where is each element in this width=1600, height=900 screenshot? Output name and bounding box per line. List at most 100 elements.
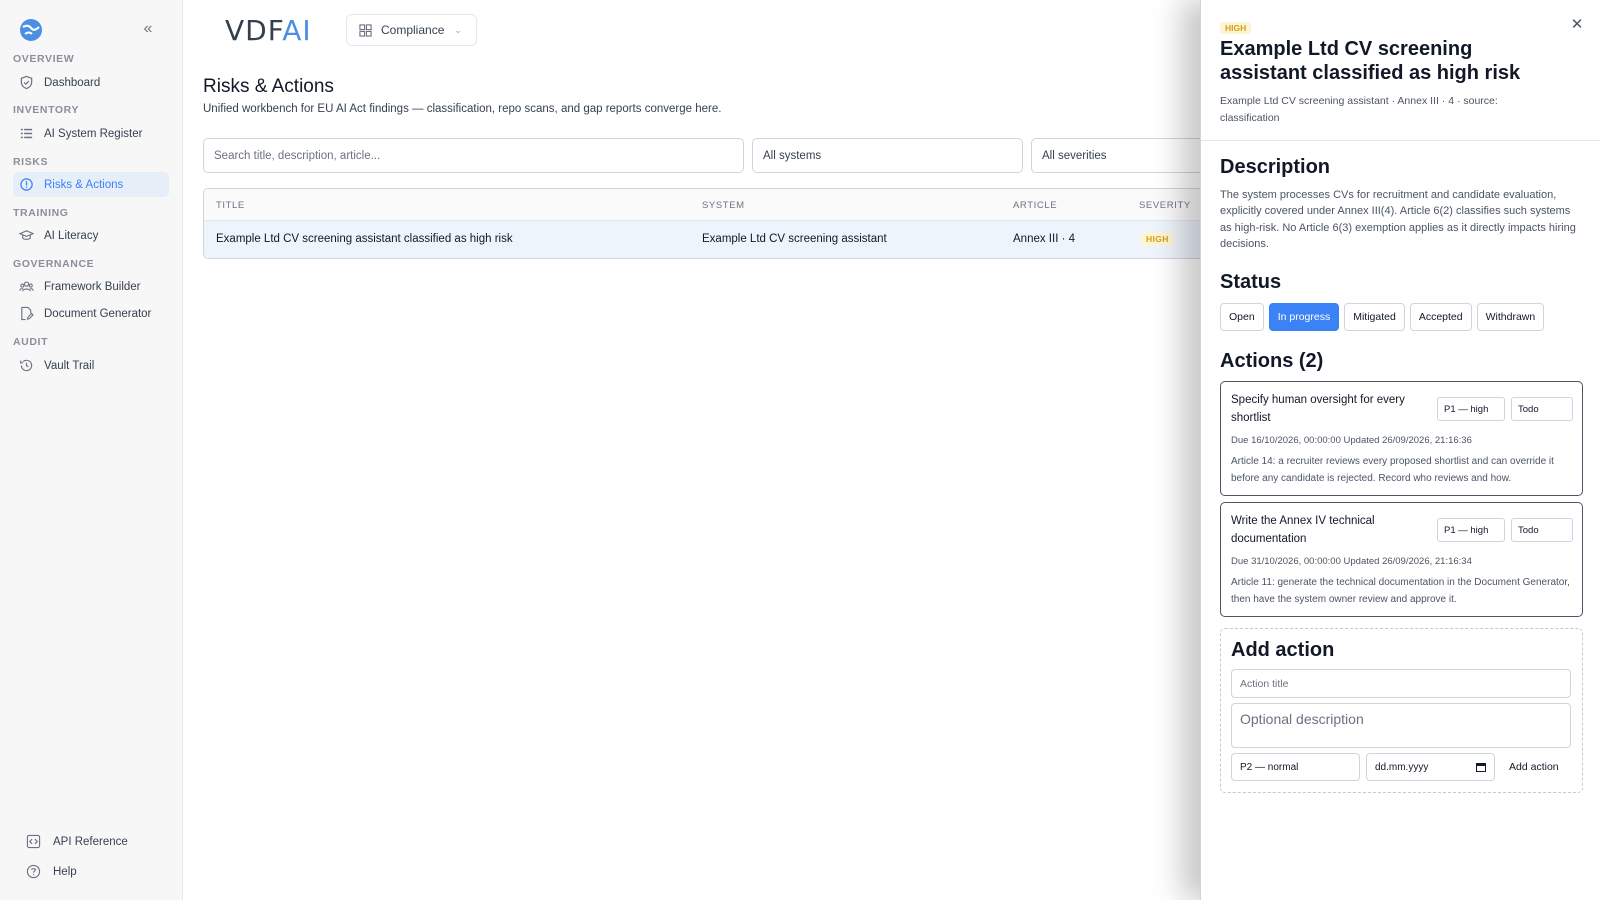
column-header-severity[interactable]: SEVERITY <box>1139 200 1191 211</box>
calendar-icon[interactable] <box>1476 762 1486 772</box>
drawer-title: Example Ltd CV screening assistant class… <box>1220 38 1521 84</box>
action-state-select[interactable]: Todo <box>1511 397 1573 421</box>
status-heading: Status <box>1220 271 1282 293</box>
action-state-value: Todo <box>1518 524 1539 536</box>
risks-table: TITLE SYSTEM ARTICLE SEVERITY Example Lt… <box>203 188 1203 259</box>
page-subtitle: Unified workbench for EU AI Act findings… <box>203 103 722 115</box>
action-description: Article 11: generate the technical docum… <box>1231 577 1570 605</box>
sidebar-item-help[interactable]: Help <box>26 864 77 879</box>
action-dates: Due 16/10/2026, 00:00:00 Updated 26/09/2… <box>1231 435 1472 446</box>
sidebar-item-label: API Reference <box>53 835 128 848</box>
action-description: Article 14: a recruiter reviews every pr… <box>1231 456 1554 484</box>
section-training: TRAINING <box>13 207 69 219</box>
section-audit: AUDIT <box>13 336 49 348</box>
sidebar-item-ai-system-register[interactable]: AI System Register <box>13 121 169 146</box>
drawer-meta: Example Ltd CV screening assistant · Ann… <box>1220 95 1498 124</box>
sidebar-item-framework-builder[interactable]: Framework Builder <box>13 274 169 299</box>
action-dates: Due 31/10/2026, 00:00:00 Updated 26/09/2… <box>1231 556 1472 567</box>
severity-filter-select[interactable]: All severities <box>1031 138 1211 173</box>
cell-title: Example Ltd CV screening assistant class… <box>216 233 513 245</box>
severity-badge: HIGH <box>1220 22 1252 34</box>
action-description-textarea[interactable] <box>1231 703 1571 748</box>
sidebar-item-label: Vault Trail <box>44 359 95 372</box>
risk-detail-drawer: HIGH Example Ltd CV screening assistant … <box>1200 0 1600 900</box>
drawer-header: HIGH Example Ltd CV screening assistant … <box>1201 0 1600 141</box>
system-filter-select[interactable]: All systems <box>752 138 1023 173</box>
sidebar-item-vault-trail[interactable]: Vault Trail <box>13 353 169 378</box>
section-inventory: INVENTORY <box>13 104 80 116</box>
shield-icon <box>20 75 33 90</box>
file-edit-icon <box>21 306 34 321</box>
section-overview: OVERVIEW <box>13 53 75 65</box>
sidebar-item-label: AI System Register <box>44 127 143 140</box>
sidebar-item-api-reference[interactable]: API Reference <box>26 834 128 849</box>
column-header-title[interactable]: TITLE <box>216 200 245 211</box>
sidebar: « OVERVIEW Dashboard INVENTORY AI System… <box>0 0 183 900</box>
status-in-progress-button[interactable]: In progress <box>1268 303 1340 331</box>
table-row[interactable]: Example Ltd CV screening assistant class… <box>204 221 1202 258</box>
action-priority-value: P1 — high <box>1444 403 1489 415</box>
workspace-label: Compliance <box>381 23 445 37</box>
action-title-input[interactable] <box>1231 669 1571 698</box>
severity-filter-value: All severities <box>1042 149 1107 162</box>
brand-text-right: AI <box>282 14 312 47</box>
graduation-cap-icon <box>19 230 34 240</box>
section-governance: GOVERNANCE <box>13 258 95 270</box>
cell-article: Annex III · 4 <box>1013 233 1076 245</box>
sidebar-item-ai-literacy[interactable]: AI Literacy <box>13 223 169 248</box>
system-filter-value: All systems <box>763 149 822 162</box>
status-accepted-button[interactable]: Accepted <box>1409 303 1472 331</box>
sidebar-item-label: Framework Builder <box>44 280 141 293</box>
action-title: Write the Annex IV technical documentati… <box>1231 515 1375 545</box>
action-card[interactable]: Write the Annex IV technical documentati… <box>1220 502 1583 617</box>
grid-icon <box>359 23 372 37</box>
double-chevron-left-icon[interactable]: « <box>139 20 157 38</box>
new-action-priority-select[interactable]: P2 — normal <box>1231 753 1360 781</box>
logo-icon[interactable] <box>19 18 43 42</box>
page-title: Risks & Actions <box>203 76 334 97</box>
help-circle-icon <box>26 864 41 879</box>
sidebar-item-dashboard[interactable]: Dashboard <box>13 70 169 95</box>
chevron-down-icon: ⌄ <box>454 24 462 35</box>
action-title: Specify human oversight for every shortl… <box>1231 394 1405 424</box>
due-date-placeholder: dd.mm.yyyy <box>1375 761 1429 773</box>
due-date-input[interactable]: dd.mm.yyyy <box>1366 753 1495 781</box>
actions-heading: Actions (2) <box>1220 350 1324 372</box>
description-heading: Description <box>1220 156 1331 178</box>
action-state-value: Todo <box>1518 403 1539 415</box>
status-open-button[interactable]: Open <box>1220 303 1264 331</box>
sidebar-item-document-generator[interactable]: Document Generator <box>13 301 169 326</box>
action-card[interactable]: Specify human oversight for every shortl… <box>1220 381 1583 496</box>
close-icon[interactable]: ✕ <box>1569 17 1585 33</box>
new-action-priority-value: P2 — normal <box>1240 761 1299 773</box>
sidebar-item-label: Risks & Actions <box>44 178 124 191</box>
brand-logo[interactable]: VDFAI <box>225 14 312 47</box>
add-action-button[interactable]: Add action <box>1505 753 1563 781</box>
history-icon <box>20 359 33 372</box>
column-header-system[interactable]: SYSTEM <box>702 200 745 211</box>
sidebar-item-risks-actions[interactable]: Risks & Actions <box>13 172 169 197</box>
status-withdrawn-button[interactable]: Withdrawn <box>1476 303 1545 331</box>
sidebar-item-label: Help <box>53 865 77 878</box>
status-button-group: Open In progress Mitigated Accepted With… <box>1220 303 1549 331</box>
search-input[interactable] <box>203 138 744 173</box>
status-mitigated-button[interactable]: Mitigated <box>1344 303 1405 331</box>
workspace-select[interactable]: Compliance ⌄ <box>346 14 477 46</box>
action-priority-select[interactable]: P1 — high <box>1437 518 1505 542</box>
code-icon <box>26 834 41 849</box>
cell-system: Example Ltd CV screening assistant <box>702 233 887 245</box>
users-icon <box>19 281 34 292</box>
alert-circle-icon <box>20 178 33 191</box>
column-header-article[interactable]: ARTICLE <box>1013 200 1057 211</box>
action-state-select[interactable]: Todo <box>1511 518 1573 542</box>
sidebar-item-label: AI Literacy <box>44 229 99 242</box>
sidebar-item-label: Dashboard <box>44 76 101 89</box>
add-action-form: Add action P2 — normal dd.mm.yyyy Add ac… <box>1220 628 1583 793</box>
sidebar-item-label: Document Generator <box>44 307 152 320</box>
section-risks: RISKS <box>13 156 49 168</box>
risk-description: The system processes CVs for recruitment… <box>1220 189 1576 250</box>
action-priority-select[interactable]: P1 — high <box>1437 397 1505 421</box>
list-icon <box>20 128 33 139</box>
table-header: TITLE SYSTEM ARTICLE SEVERITY <box>204 189 1202 221</box>
brand-text-left: VDF <box>225 14 283 47</box>
